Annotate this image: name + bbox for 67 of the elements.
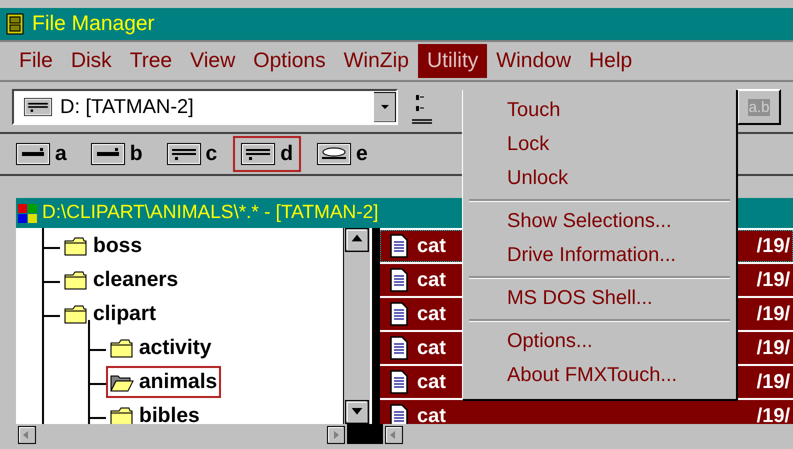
folder-item[interactable]: cleaners [60,264,182,296]
menu-option[interactable]: MS DOS Shell... [463,282,736,316]
menu-option[interactable]: About FMXTouch... [463,359,736,393]
menu-item[interactable]: Help [580,44,642,78]
menu-option[interactable]: Drive Information... [463,239,736,273]
menu-item[interactable]: Utility [418,44,488,78]
folder-item[interactable]: bibles [106,400,204,424]
menu-option[interactable]: Touch [463,94,736,128]
scroll-right-button[interactable] [327,426,345,444]
file-date: /19/ [756,302,791,326]
drive-button[interactable]: e [309,136,376,172]
folder-icon [64,270,88,290]
file-name: cat [417,336,446,360]
menu-item[interactable]: View [181,44,244,78]
menu-item[interactable]: Options [244,44,335,78]
file-name: cat [417,234,446,258]
folder-item[interactable]: clipart [60,298,160,330]
menu-item[interactable]: Disk [62,44,121,78]
menu-item[interactable]: Tree [120,44,182,78]
hard-drive-icon[interactable] [241,143,276,165]
dropdown-arrow-icon[interactable] [374,92,396,122]
floppy-drive-icon[interactable] [16,143,50,165]
windows-flag-icon [18,202,38,224]
drive-combo[interactable]: D: [TATMAN-2] [12,89,398,125]
document-icon [389,302,409,326]
folder-icon [110,338,134,358]
scroll-down-button[interactable] [344,400,370,424]
file-name: cat [417,404,446,428]
document-icon [389,234,409,258]
document-icon [389,336,409,360]
drive-button[interactable]: b [82,136,151,172]
scroll-up-button[interactable] [344,228,370,252]
file-date: /19/ [756,404,791,428]
drive-button[interactable]: d [233,136,302,172]
file-date: /19/ [756,268,791,292]
drive-button[interactable]: a [8,136,75,172]
floppy-drive-icon[interactable] [90,143,125,165]
drive-button[interactable]: c [158,136,226,172]
menu-option[interactable]: Show Selections... [463,205,736,239]
menu-item[interactable]: Window [487,44,580,78]
scroll-left-button[interactable] [18,426,36,444]
pane-splitter[interactable] [370,228,380,424]
file-name: cat [417,302,446,326]
file-name: cat [417,370,446,394]
file-date: /19/ [756,336,791,360]
hard-drive-icon[interactable] [166,143,201,165]
cd-drive-icon[interactable] [317,143,352,165]
menu-option[interactable]: Options... [463,325,736,359]
file-date: /19/ [756,370,791,394]
folder-item[interactable]: activity [106,332,216,364]
scroll-left-button[interactable] [385,426,403,444]
folder-icon [64,236,88,256]
path-title: D:\CLIPART\ANIMALS\*.* - [TATMAN-2] [42,202,378,224]
folder-item[interactable]: boss [60,230,146,262]
menu-option[interactable]: Unlock [463,162,736,196]
folder-icon [110,406,134,424]
menu-option[interactable]: Lock [463,128,736,162]
folder-item[interactable]: animals [106,366,222,398]
menu-item[interactable]: WinZip [334,44,418,78]
menu-item[interactable]: File [10,44,62,78]
document-icon [389,268,409,292]
hard-drive-icon[interactable] [24,98,52,116]
file-cabinet-icon [6,13,24,35]
window-title: File Manager [32,12,155,36]
file-name: cat [417,268,446,292]
file-date: /19/ [756,234,791,258]
document-icon [389,370,409,394]
